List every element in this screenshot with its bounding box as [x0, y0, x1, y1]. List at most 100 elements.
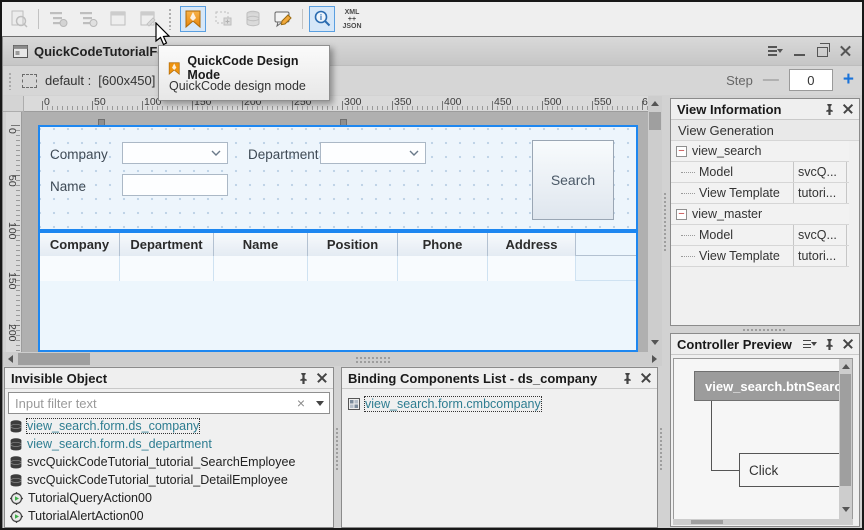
close-icon[interactable] [843, 339, 853, 349]
close-icon[interactable] [843, 104, 853, 114]
quickcode-design-mode-icon[interactable] [180, 6, 206, 32]
action-icon [10, 492, 23, 505]
list-item[interactable]: view_search.form.cmbcompany [346, 395, 657, 413]
hscroll-thumb[interactable] [691, 520, 723, 524]
tree-property-row[interactable]: Model svcQ... [671, 162, 849, 183]
diagram-horizontal-scrollbar[interactable] [673, 519, 853, 525]
canvas-horizontal-scrollbar[interactable] [3, 352, 662, 366]
script-editor-icon[interactable] [270, 6, 296, 32]
step-input[interactable] [789, 69, 833, 91]
section-label: View Generation [678, 123, 774, 138]
database-icon[interactable] [240, 6, 266, 32]
tree-node-label: view_master [692, 207, 762, 221]
company-combobox[interactable] [122, 142, 228, 164]
filter-dropdown-icon[interactable] [311, 401, 329, 406]
outline-settings-icon[interactable] [45, 6, 71, 32]
filter-input[interactable] [9, 396, 291, 411]
close-icon[interactable] [840, 45, 852, 57]
close-icon[interactable] [317, 373, 327, 383]
design-canvas[interactable]: Company Department Name Search Company D… [22, 112, 648, 352]
grid-column-header[interactable]: Name [214, 233, 308, 256]
grid-column-header[interactable]: Phone [398, 233, 488, 256]
window-menu-icon[interactable] [768, 45, 782, 57]
property-name: View Template [699, 249, 780, 263]
property-value[interactable]: tutori... [793, 246, 847, 266]
pin-icon[interactable] [298, 373, 309, 384]
tree-property-row[interactable]: View Template tutori... [671, 183, 849, 204]
list-item[interactable]: view_search.form.ds_company [8, 417, 330, 435]
dataset-icon [10, 420, 22, 433]
grid-column-header[interactable]: Position [308, 233, 398, 256]
dataset-icon [10, 456, 22, 469]
quick-view-icon[interactable]: i [309, 6, 335, 32]
grid-column-header[interactable]: Department [120, 233, 214, 256]
scroll-down-icon[interactable] [651, 340, 659, 345]
diagram-vertical-scrollbar[interactable] [839, 359, 852, 519]
event-node-click[interactable]: Click [739, 453, 840, 487]
step-label: Step [726, 73, 753, 88]
scroll-down-icon[interactable] [842, 507, 850, 512]
outline-settings-alt-icon[interactable] [75, 6, 101, 32]
restore-icon[interactable] [817, 47, 828, 57]
panel-menu-icon[interactable] [803, 339, 816, 349]
tooltip-title: QuickCode Design Mode [187, 54, 329, 82]
add-component-icon[interactable] [210, 6, 236, 32]
invisible-object-list: view_search.form.ds_company view_search.… [8, 417, 330, 525]
panel-splitter[interactable] [335, 427, 340, 471]
step-decrement-button[interactable]: — [763, 71, 779, 89]
tree-property-row[interactable]: View Template tutori... [671, 246, 849, 267]
vscroll-thumb[interactable] [649, 112, 661, 130]
minimize-icon[interactable] [794, 46, 805, 56]
grid-header-row: Company Department Name Position Phone A… [40, 233, 636, 256]
pin-icon[interactable] [622, 373, 633, 384]
main-splitter[interactable] [663, 192, 668, 252]
design-toolbar-grip[interactable] [8, 72, 13, 90]
xml-label: XML [342, 9, 361, 16]
pin-icon[interactable] [824, 104, 835, 115]
list-item[interactable]: svcQuickCodeTutorial_tutorial_DetailEmpl… [8, 471, 330, 489]
canvas-vertical-scrollbar[interactable] [648, 96, 662, 352]
xml-json-icon[interactable]: XML ++ JSON [339, 6, 365, 32]
collapse-icon[interactable]: − [676, 209, 687, 220]
collapse-icon[interactable]: − [676, 146, 687, 157]
tree-node-view-search[interactable]: − view_search [671, 141, 849, 162]
close-icon[interactable] [641, 373, 651, 383]
list-item[interactable]: TutorialAlertAction00 [8, 507, 330, 525]
name-input[interactable] [122, 174, 228, 196]
list-item[interactable]: TutorialQueryAction00 [8, 489, 330, 507]
step-increment-button[interactable]: + [843, 69, 854, 91]
hruler-label: 550 [594, 96, 612, 108]
vscroll-thumb[interactable] [840, 374, 851, 486]
scroll-left-icon[interactable] [8, 355, 13, 363]
search-form-container[interactable]: Company Department Name Search [38, 125, 638, 231]
grid-column-header[interactable]: Address [488, 233, 576, 256]
marquee-select-icon[interactable] [22, 74, 37, 88]
form-window-icon[interactable] [105, 6, 131, 32]
property-value[interactable]: svcQ... [793, 162, 847, 182]
scroll-up-icon[interactable] [842, 364, 850, 369]
default-layout-label: default : [45, 73, 91, 88]
result-grid[interactable]: Company Department Name Position Phone A… [38, 231, 638, 352]
department-combobox[interactable] [320, 142, 426, 164]
panel-splitter[interactable] [659, 427, 664, 471]
pin-icon[interactable] [824, 339, 835, 350]
property-value[interactable]: svcQ... [793, 225, 847, 245]
invisible-object-header: Invisible Object [5, 368, 333, 389]
controller-node[interactable]: view_search.btnSearch (Se [694, 371, 840, 401]
grid-empty-row[interactable] [40, 256, 636, 281]
filter-clear-icon[interactable]: × [291, 395, 311, 411]
hruler-label: 0 [44, 96, 50, 108]
property-value[interactable]: tutori... [793, 183, 847, 203]
preview-icon[interactable] [6, 6, 32, 32]
scroll-up-icon[interactable] [651, 101, 659, 106]
splitter-grip[interactable] [355, 356, 391, 363]
list-item[interactable]: view_search.form.ds_department [8, 435, 330, 453]
hruler-label: 500 [544, 96, 562, 108]
search-button[interactable]: Search [532, 140, 614, 220]
hscroll-thumb[interactable] [18, 353, 90, 365]
tree-node-view-master[interactable]: − view_master [671, 204, 849, 225]
grid-column-header[interactable]: Company [40, 233, 120, 256]
tree-property-row[interactable]: Model svcQ... [671, 225, 849, 246]
scroll-right-icon[interactable] [652, 355, 657, 363]
list-item[interactable]: svcQuickCodeTutorial_tutorial_SearchEmpl… [8, 453, 330, 471]
